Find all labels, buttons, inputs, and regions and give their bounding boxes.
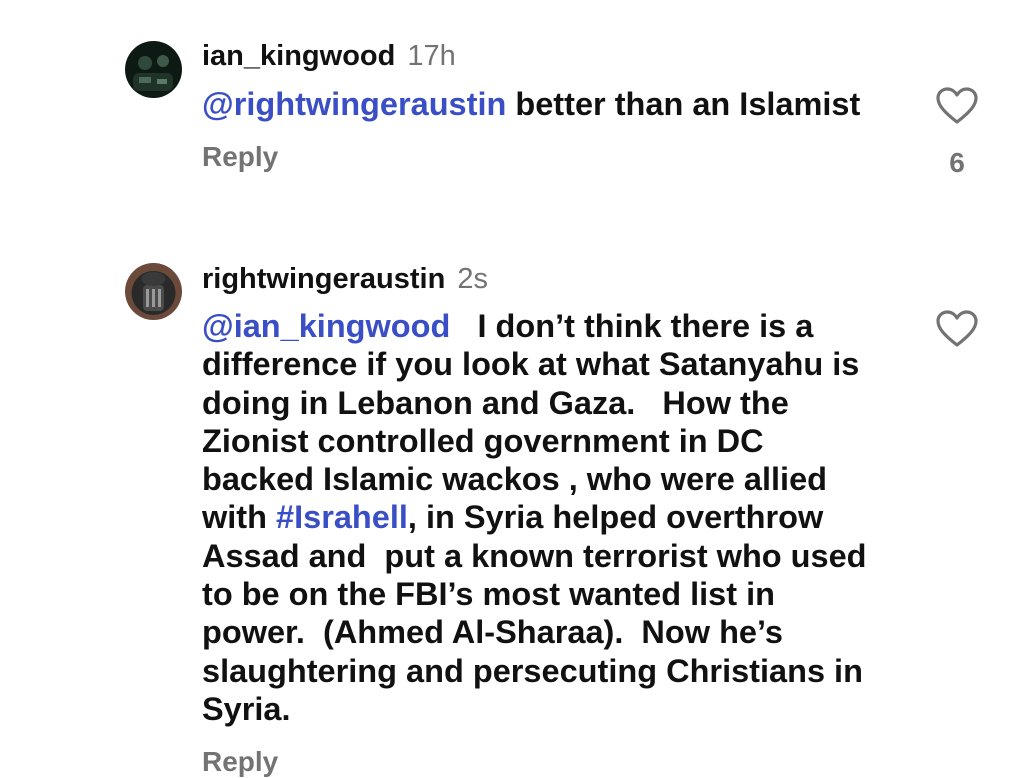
avatar[interactable]: [125, 263, 182, 320]
username[interactable]: rightwingeraustin: [202, 263, 445, 295]
like-button[interactable]: [936, 310, 978, 348]
comment-meta: rightwingeraustin 2s: [202, 263, 902, 295]
mention-link[interactable]: @ian_kingwood: [202, 308, 450, 344]
comment-item: rightwingeraustin 2s @ian_kingwood I don…: [0, 0, 1024, 777]
comment-text: @ian_kingwood I don’t think there is a d…: [202, 307, 902, 728]
hashtag-link[interactable]: #Israhell: [276, 499, 408, 535]
heart-outline-icon: [936, 310, 978, 347]
timestamp: 2s: [457, 263, 488, 295]
reply-button[interactable]: Reply: [202, 746, 278, 778]
avatar-image: [125, 263, 182, 320]
